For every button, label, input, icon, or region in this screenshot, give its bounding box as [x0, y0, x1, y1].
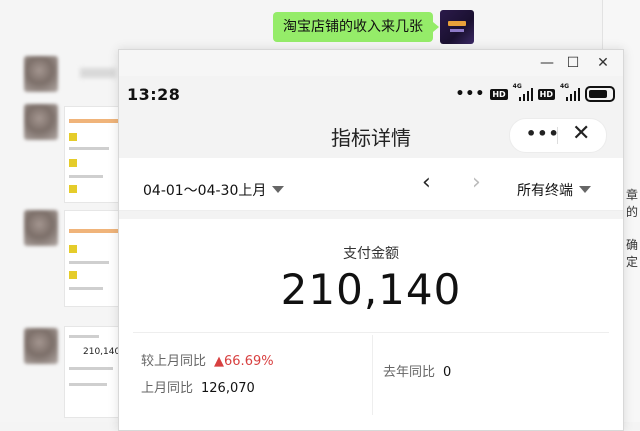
battery-icon	[585, 86, 615, 102]
terminal-dropdown[interactable]: 所有终端	[517, 180, 591, 200]
last-month-value: 126,070	[201, 381, 255, 396]
thumb-line	[69, 367, 113, 370]
chevron-down-icon	[579, 186, 591, 193]
chat-message-text: 淘宝店铺的收入来几张	[283, 19, 423, 35]
avatar-logo-mark	[448, 21, 466, 26]
thumb-icon	[69, 271, 77, 279]
yoy-label: 去年同比	[383, 365, 436, 380]
mini-program-capsule: ••• ✕	[509, 118, 607, 153]
filter-bar: 04-01～04-30上月 ‹ › 所有终端	[119, 158, 623, 211]
yoy-value: 0	[443, 365, 452, 380]
date-range-dropdown[interactable]: 04-01～04-30上月	[143, 180, 285, 200]
last-month-label: 上月同比	[141, 381, 194, 396]
thumb-icon	[69, 159, 77, 167]
thumb-icon	[69, 245, 77, 253]
thumb-header-bar	[69, 119, 119, 123]
yoy-comparison: 去年同比 0	[383, 361, 451, 380]
thumb-line	[69, 175, 103, 178]
section-gap	[119, 211, 623, 219]
thumb-line	[69, 261, 109, 264]
thumb-icon	[69, 185, 77, 193]
thumb-header-bar	[69, 229, 119, 233]
network-type-label: 4G	[560, 83, 570, 90]
date-range-label: 04-01～04-30上月	[143, 183, 267, 199]
chat-message-bubble[interactable]: 淘宝店铺的收入来几张	[273, 12, 439, 42]
close-icon[interactable]: ✕	[572, 121, 590, 146]
hd-badge-icon: HD	[537, 88, 555, 100]
metric-divider	[133, 332, 609, 333]
self-avatar[interactable]	[440, 10, 474, 44]
signal-icon: 4G	[513, 83, 533, 101]
metric-label: 支付金额	[343, 246, 399, 262]
signal-icon: 4G	[560, 83, 580, 101]
minimize-button[interactable]: —	[537, 53, 557, 73]
nav-bar: 指标详情 ••• ✕	[119, 112, 623, 158]
previous-period-button[interactable]: ‹	[422, 172, 431, 194]
comparison-divider	[372, 335, 373, 415]
friend-avatar[interactable]	[24, 56, 58, 92]
next-period-button[interactable]: ›	[472, 172, 481, 194]
right-text-fragment-1: 章的	[626, 188, 639, 219]
status-time: 13:28	[127, 85, 181, 104]
chat-image-thumbnail[interactable]	[64, 106, 124, 203]
right-text-fragment-2: 确定	[626, 238, 639, 269]
chat-image-thumbnail[interactable]	[64, 210, 124, 307]
friend-avatar[interactable]	[24, 328, 58, 364]
more-options-icon[interactable]: •••	[526, 124, 560, 143]
window-titlebar[interactable]: — ☐ ✕	[119, 50, 623, 76]
thumb-icon	[69, 133, 77, 141]
metric-card: 支付金额 210,140 较上月同比 ▲66.69% 上月同比 126,070 去年…	[119, 219, 623, 430]
friend-avatar[interactable]	[24, 104, 58, 140]
thumb-line	[69, 147, 109, 150]
thumb-line	[69, 335, 99, 338]
terminal-label: 所有终端	[517, 183, 573, 199]
notification-dots-icon: •••	[455, 86, 486, 102]
window-close-button[interactable]: ✕	[593, 53, 613, 73]
maximize-button[interactable]: ☐	[563, 53, 583, 73]
status-icons: ••• HD 4G HD 4G	[455, 83, 615, 102]
metric-value: 210,140	[280, 265, 462, 314]
friend-name-blurred	[80, 68, 116, 78]
chat-image-thumbnail[interactable]: 210,140	[64, 326, 124, 418]
avatar-logo-mark-secondary	[450, 29, 464, 32]
hd-badge-icon: HD	[490, 88, 508, 100]
last-month-comparison: 上月同比 126,070	[141, 377, 255, 396]
mini-program-window: — ☐ ✕ 13:28 ••• HD 4G HD 4G 指标详情 ••• ✕ 0…	[118, 49, 624, 431]
thumb-value: 210,140	[83, 347, 121, 357]
chevron-down-icon	[272, 186, 285, 193]
phone-status-bar: 13:28 ••• HD 4G HD 4G	[119, 76, 623, 112]
mom-label: 较上月同比	[141, 354, 207, 369]
mom-comparison: 较上月同比 ▲66.69%	[141, 350, 274, 369]
thumb-line	[69, 383, 107, 386]
network-type-label: 4G	[512, 83, 522, 90]
mom-change: ▲66.69%	[214, 354, 274, 369]
capsule-divider	[557, 127, 558, 144]
friend-avatar[interactable]	[24, 210, 58, 246]
thumb-line	[69, 287, 103, 290]
